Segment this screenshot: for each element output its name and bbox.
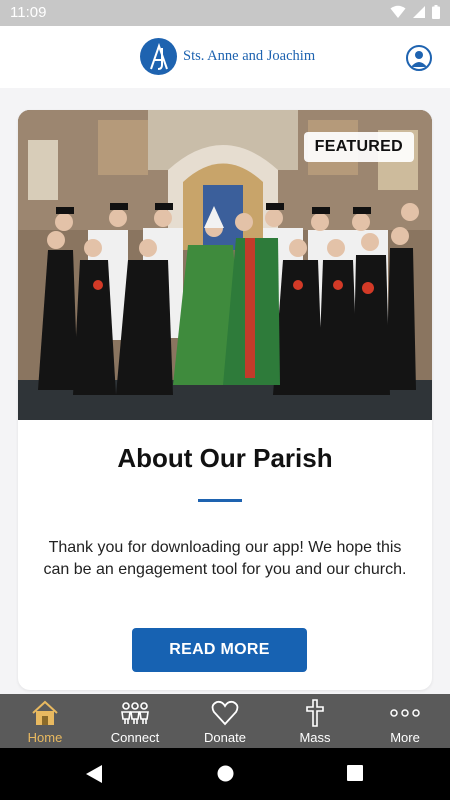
nav-label-more: More	[390, 730, 420, 745]
app-header: Sts. Anne and Joachim	[0, 26, 450, 88]
parish-logo[interactable]: Sts. Anne and Joachim	[140, 38, 315, 75]
nav-label-home: Home	[27, 730, 63, 745]
user-icon	[411, 51, 427, 67]
featured-card[interactable]: FEATURED About Our Parish Thank you for …	[18, 110, 432, 690]
nav-item-home[interactable]: Home	[0, 694, 90, 748]
parish-logo-icon	[140, 38, 177, 75]
more-icon	[390, 699, 420, 727]
home-button-icon[interactable]	[217, 765, 234, 782]
cross-icon	[305, 699, 325, 727]
profile-button[interactable]	[406, 45, 432, 71]
status-bar: 11:09	[0, 0, 450, 26]
nav-item-donate[interactable]: Donate	[180, 694, 270, 748]
nav-label-donate: Donate	[204, 730, 246, 745]
title-divider	[198, 499, 242, 502]
wifi-icon	[390, 5, 406, 18]
featured-badge: FEATURED	[303, 132, 414, 162]
parish-name: Sts. Anne and Joachim	[183, 48, 316, 64]
home-icon	[31, 699, 59, 727]
nav-label-connect: Connect	[110, 730, 160, 745]
featured-photo: FEATURED	[18, 110, 432, 420]
battery-icon	[432, 5, 440, 19]
nav-label-mass: Mass	[299, 730, 331, 745]
heart-icon	[211, 699, 239, 727]
system-nav-bar	[0, 748, 450, 800]
nav-item-connect[interactable]: Connect	[90, 694, 180, 748]
back-icon[interactable]	[86, 765, 102, 783]
bottom-nav: Home Connect Donate Mass More	[0, 694, 450, 748]
read-more-button[interactable]: READ MORE	[132, 628, 307, 672]
nav-item-mass[interactable]: Mass	[270, 694, 360, 748]
people-icon	[120, 699, 150, 727]
status-time: 11:09	[10, 4, 47, 21]
signal-icon	[413, 6, 425, 18]
card-body-text: Thank you for downloading our app! We ho…	[43, 539, 407, 578]
card-title: About Our Parish	[117, 443, 333, 473]
recents-icon[interactable]	[347, 765, 363, 781]
nav-item-more[interactable]: More	[360, 694, 450, 748]
status-icons	[390, 5, 440, 19]
